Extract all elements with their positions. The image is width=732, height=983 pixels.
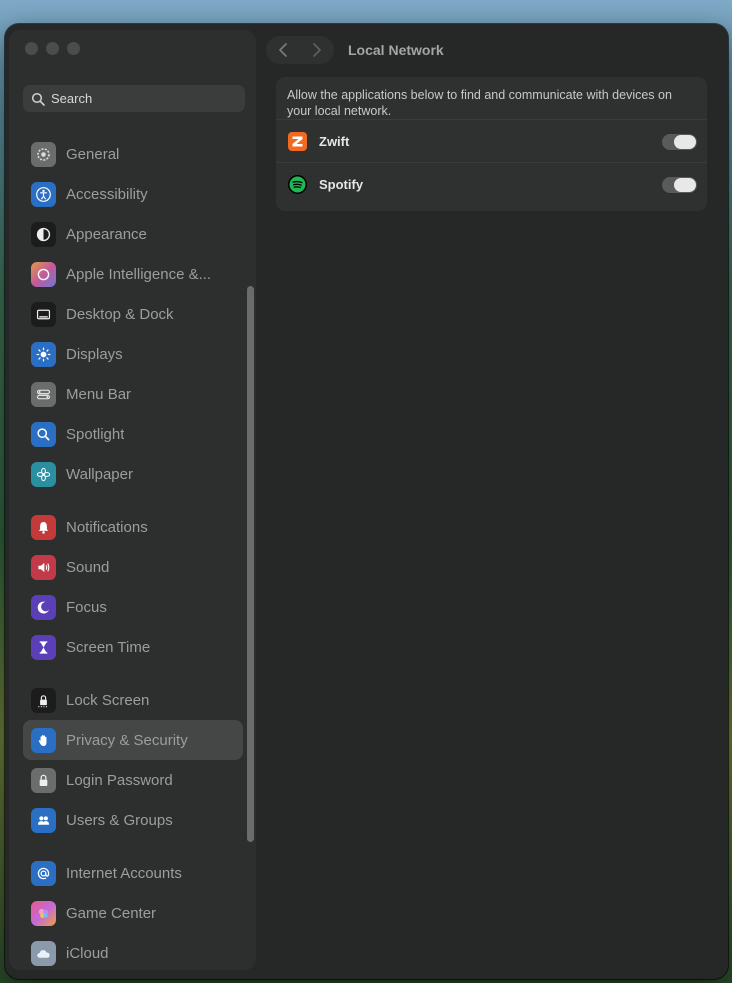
game-center-icon xyxy=(31,900,56,926)
sidebar-item-accessibility[interactable]: Accessibility xyxy=(23,174,243,214)
sidebar-item-screen-time[interactable]: Screen Time xyxy=(23,627,243,667)
sidebar-nav: General Accessibility Appearance Apple I… xyxy=(23,134,243,970)
magnifier-icon xyxy=(31,421,56,447)
sidebar-item-sound[interactable]: Sound xyxy=(23,547,243,587)
sidebar-item-users-groups[interactable]: Users & Groups xyxy=(23,800,243,840)
sidebar-item-spotlight[interactable]: Spotlight xyxy=(23,414,243,454)
window-controls xyxy=(25,42,80,55)
speaker-icon xyxy=(31,554,56,580)
search-placeholder: Search xyxy=(51,91,93,106)
back-button[interactable] xyxy=(266,36,300,64)
app-name: Zwift xyxy=(319,133,350,149)
page-title: Local Network xyxy=(348,42,444,58)
app-row-spotify: Spotify xyxy=(276,162,707,205)
group-separator xyxy=(23,667,243,680)
flower-icon xyxy=(31,461,56,487)
sidebar-scrollbar[interactable] xyxy=(247,286,254,842)
menu-bar-icon xyxy=(31,381,56,407)
sidebar: Search General Accessibility Appearance … xyxy=(9,30,256,970)
sidebar-item-notifications[interactable]: Notifications xyxy=(23,507,243,547)
sidebar-item-menu-bar[interactable]: Menu Bar xyxy=(23,374,243,414)
sidebar-item-internet-accounts[interactable]: Internet Accounts xyxy=(23,853,243,893)
app-name: Spotify xyxy=(319,176,364,192)
sidebar-item-general[interactable]: General xyxy=(23,134,243,174)
zwift-icon xyxy=(288,131,307,151)
sidebar-item-label: Login Password xyxy=(66,771,173,789)
at-icon xyxy=(31,860,56,886)
sidebar-item-label: Apple Intelligence &... xyxy=(66,265,212,283)
sidebar-item-privacy-security[interactable]: Privacy & Security xyxy=(23,720,243,760)
local-network-panel: Allow the applications below to find and… xyxy=(276,77,707,211)
padlock-icon xyxy=(31,767,56,793)
appearance-icon xyxy=(31,221,56,247)
group-separator xyxy=(23,494,243,507)
zwift-toggle[interactable] xyxy=(662,134,697,150)
toggle-knob xyxy=(674,135,696,149)
zoom-button[interactable] xyxy=(67,42,80,55)
sidebar-item-label: Sound xyxy=(66,558,110,576)
users-icon xyxy=(31,807,56,833)
apple-intelligence-icon xyxy=(31,261,56,287)
sidebar-item-login-password[interactable]: Login Password xyxy=(23,760,243,800)
toggle-knob xyxy=(674,178,696,192)
sidebar-item-icloud[interactable]: iCloud xyxy=(23,933,243,970)
lock-icon xyxy=(31,687,56,713)
sidebar-item-label: Lock Screen xyxy=(66,691,150,709)
toolbar: Local Network xyxy=(266,36,444,64)
sidebar-item-label: Focus xyxy=(66,598,107,616)
sidebar-item-appearance[interactable]: Appearance xyxy=(23,214,243,254)
sidebar-item-label: Menu Bar xyxy=(66,385,132,403)
settings-window: Search General Accessibility Appearance … xyxy=(5,24,728,979)
sidebar-item-label: Screen Time xyxy=(66,638,151,656)
sidebar-item-label: Wallpaper xyxy=(66,465,133,483)
sidebar-item-label: Notifications xyxy=(66,518,148,536)
bell-icon xyxy=(31,514,56,540)
sidebar-item-label: Displays xyxy=(66,345,123,363)
app-row-zwift: Zwift xyxy=(276,119,707,162)
hand-icon xyxy=(31,727,56,753)
sidebar-item-label: Privacy & Security xyxy=(66,731,188,749)
sidebar-item-label: Internet Accounts xyxy=(66,864,182,882)
sidebar-item-label: Game Center xyxy=(66,904,157,922)
sidebar-item-desktop-dock[interactable]: Desktop & Dock xyxy=(23,294,243,334)
sidebar-item-label: Spotlight xyxy=(66,425,125,443)
sidebar-item-lock-screen[interactable]: Lock Screen xyxy=(23,680,243,720)
accessibility-icon xyxy=(31,181,56,207)
chevron-right-icon xyxy=(313,43,321,57)
spotify-icon xyxy=(288,174,307,194)
cloud-icon xyxy=(31,940,56,966)
moon-icon xyxy=(31,594,56,620)
chevron-left-icon xyxy=(279,43,287,57)
close-button[interactable] xyxy=(25,42,38,55)
sidebar-item-label: iCloud xyxy=(66,944,109,962)
dock-icon xyxy=(31,301,56,327)
group-separator xyxy=(23,840,243,853)
sidebar-item-game-center[interactable]: Game Center xyxy=(23,893,243,933)
search-input[interactable]: Search xyxy=(23,85,245,112)
spotify-toggle[interactable] xyxy=(662,177,697,193)
sidebar-item-displays[interactable]: Displays xyxy=(23,334,243,374)
sidebar-item-label: Appearance xyxy=(66,225,147,243)
sidebar-item-focus[interactable]: Focus xyxy=(23,587,243,627)
search-icon xyxy=(31,92,45,106)
minimize-button[interactable] xyxy=(46,42,59,55)
sidebar-item-label: General xyxy=(66,145,120,163)
navigation-buttons xyxy=(266,36,334,64)
gear-icon xyxy=(31,141,56,167)
sidebar-item-wallpaper[interactable]: Wallpaper xyxy=(23,454,243,494)
sidebar-item-label: Users & Groups xyxy=(66,811,173,829)
hourglass-icon xyxy=(31,634,56,660)
panel-description: Allow the applications below to find and… xyxy=(287,88,672,118)
sun-icon xyxy=(31,341,56,367)
sidebar-item-label: Accessibility xyxy=(66,185,148,203)
forward-button[interactable] xyxy=(300,36,334,64)
sidebar-item-label: Desktop & Dock xyxy=(66,305,174,323)
sidebar-item-apple-intelligence[interactable]: Apple Intelligence &... xyxy=(23,254,243,294)
